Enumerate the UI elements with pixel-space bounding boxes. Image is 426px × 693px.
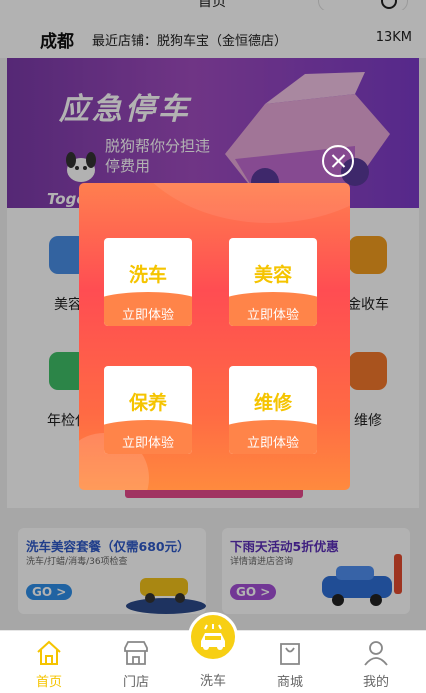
- card-title: 洗车: [128, 264, 167, 286]
- card-beauty[interactable]: 美容 立即体验: [229, 238, 317, 326]
- tab-label: 我的: [362, 675, 389, 690]
- card-title: 美容: [253, 264, 292, 286]
- tab-mall[interactable]: 商城: [260, 639, 320, 690]
- home-icon: [37, 640, 61, 665]
- tab-car-wash[interactable]: [188, 612, 238, 662]
- tab-label: 门店: [122, 675, 149, 690]
- store-icon: [124, 641, 148, 665]
- user-icon: [364, 641, 388, 666]
- close-modal-icon[interactable]: [322, 145, 354, 177]
- shopping-bag-icon: [280, 643, 300, 665]
- tab-home[interactable]: 首页: [19, 639, 79, 690]
- card-title: 维修: [253, 392, 292, 414]
- car-wash-icon: [201, 624, 225, 650]
- tab-label: 洗车: [199, 674, 226, 689]
- service-modal: 洗车 立即体验 美容 立即体验 保养 立即体验 维修 立即体验: [79, 183, 350, 490]
- tab-label: 首页: [35, 675, 62, 690]
- card-car-wash[interactable]: 洗车 立即体验: [104, 238, 192, 326]
- tab-store[interactable]: 门店: [106, 639, 166, 690]
- modal-decoration: [119, 183, 350, 223]
- try-now-button[interactable]: 立即体验: [104, 432, 192, 451]
- tab-mine[interactable]: 我的: [346, 639, 406, 690]
- try-now-button[interactable]: 立即体验: [104, 304, 192, 323]
- card-repair[interactable]: 维修 立即体验: [229, 366, 317, 454]
- tab-label: 商城: [276, 675, 303, 690]
- card-title: 保养: [128, 392, 167, 414]
- try-now-button[interactable]: 立即体验: [229, 304, 317, 323]
- try-now-button[interactable]: 立即体验: [229, 432, 317, 451]
- card-maintenance[interactable]: 保养 立即体验: [104, 366, 192, 454]
